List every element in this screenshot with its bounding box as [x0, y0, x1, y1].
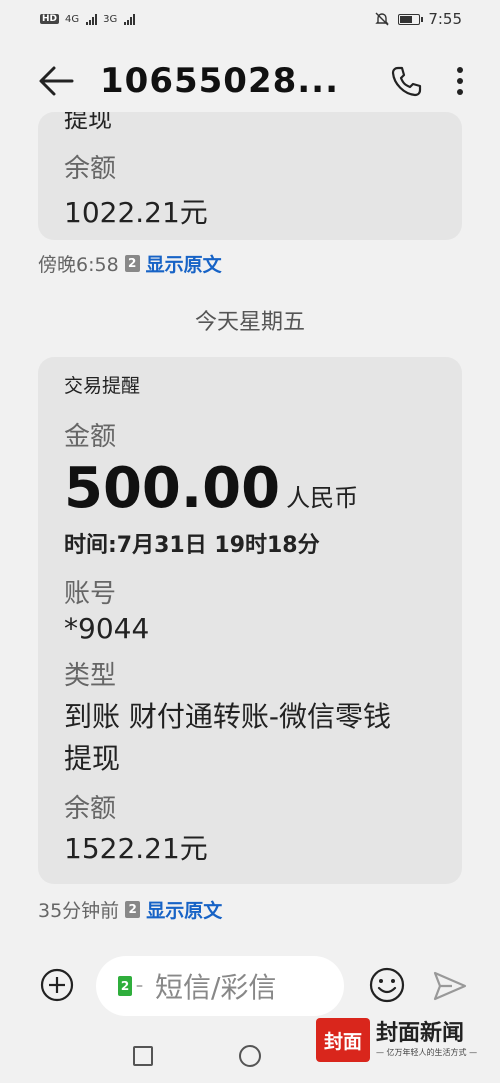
recent-apps-button[interactable] — [133, 1046, 153, 1066]
sim-selector-label: 2 — [118, 976, 132, 996]
sim-badge: 2 — [125, 901, 141, 918]
balance-label: 余额 — [64, 154, 117, 184]
conversation-title: 10655028... — [100, 61, 340, 101]
send-icon[interactable] — [432, 970, 468, 1002]
sim-selector[interactable]: 2 – — [118, 976, 143, 996]
message-time: 35分钟前 — [38, 900, 120, 922]
message-meta-previous: 傍晚6:58 2 显示原文 — [38, 250, 222, 277]
message-input-placeholder: 短信/彩信 — [155, 971, 277, 1004]
status-bar: HD 4G 3G 7:55 — [0, 0, 500, 38]
home-button[interactable] — [239, 1045, 261, 1067]
message-meta-transaction: 35分钟前 2 显示原文 — [38, 896, 222, 923]
signal-2-icon — [124, 13, 136, 25]
balance-label: 余额 — [64, 794, 117, 824]
balance-value: 1022.21元 — [64, 196, 208, 229]
account-label: 账号 — [64, 579, 117, 609]
amount-unit: 人民币 — [286, 484, 359, 512]
status-time: 7:55 — [428, 10, 462, 28]
battery-icon — [398, 13, 424, 25]
sim-badge: 2 — [124, 255, 140, 272]
type-value-line2: 提现 — [64, 742, 121, 775]
message-input[interactable]: 2 – 短信/彩信 — [96, 956, 344, 1016]
balance-value: 1522.21元 — [64, 832, 208, 865]
network-2-label: 3G — [103, 13, 118, 25]
show-original-link[interactable]: 显示原文 — [146, 896, 222, 923]
message-text-cut: 提现 — [64, 112, 112, 133]
message-bubble-previous: 提现 余额 1022.21元 — [38, 112, 462, 240]
phone-icon[interactable] — [390, 65, 422, 97]
date-divider: 今天星期五 — [194, 310, 305, 335]
account-value: *9044 — [64, 612, 150, 645]
network-1-label: 4G — [65, 13, 80, 25]
signal-1-icon — [86, 13, 98, 25]
transaction-time: 时间:7月31日 19时18分 — [64, 533, 320, 558]
watermark-logo: 封面 封面新闻 — 亿万年轻人的生活方式 — — [316, 1018, 477, 1062]
transaction-heading: 交易提醒 — [64, 375, 141, 397]
watermark-logo-box: 封面 — [316, 1018, 370, 1062]
back-button[interactable] — [36, 61, 76, 101]
message-bubble-transaction: 交易提醒 金额 500.00 人民币 时间:7月31日 19时18分 账号 *9… — [38, 357, 462, 884]
emoji-icon[interactable] — [368, 966, 406, 1004]
type-label: 类型 — [64, 661, 117, 691]
amount-value: 500.00 — [64, 456, 281, 521]
watermark-name: 封面新闻 — [376, 1021, 465, 1046]
back-arrow-icon — [39, 66, 74, 96]
status-left: HD 4G 3G — [40, 13, 136, 25]
chevron-down-icon: – — [136, 978, 143, 994]
watermark-slogan: — 亿万年轻人的生活方式 — — [376, 1048, 478, 1057]
more-vertical-icon[interactable] — [456, 66, 464, 96]
amount-label: 金额 — [64, 422, 117, 452]
add-attachment-icon[interactable] — [40, 968, 74, 1002]
mute-bell-icon — [375, 12, 390, 26]
show-original-link[interactable]: 显示原文 — [146, 250, 222, 277]
status-right: 7:55 — [374, 10, 462, 28]
type-value-line1: 到账 财付通转账-微信零钱 — [64, 700, 392, 733]
message-time: 傍晚6:58 — [38, 254, 119, 276]
hd-badge: HD — [40, 14, 60, 24]
